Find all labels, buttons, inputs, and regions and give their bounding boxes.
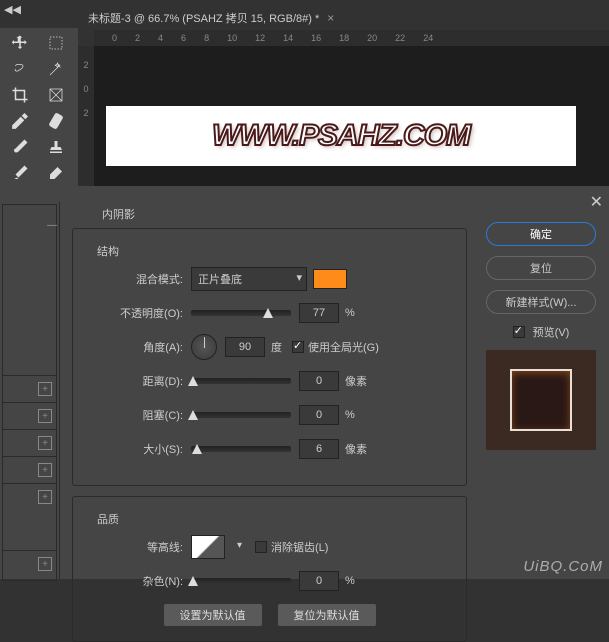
choke-unit: % <box>345 409 355 421</box>
angle-label: 角度(A): <box>83 339 183 355</box>
dialog-close-icon[interactable]: ✕ <box>590 192 603 212</box>
angle-dial[interactable] <box>191 334 217 360</box>
move-tool-icon[interactable] <box>3 31 37 55</box>
reset-button[interactable]: 复位 <box>486 256 596 280</box>
opacity-label: 不透明度(O): <box>83 305 183 321</box>
distance-slider[interactable] <box>191 378 291 384</box>
layer-style-dialog: ✕ — + + + + + + 内阴影 结构 混合模式: 正片叠底 <box>0 186 609 579</box>
horizontal-ruler: 024681012141618202224 <box>94 30 609 46</box>
noise-unit: % <box>345 575 355 587</box>
lasso-tool-icon[interactable] <box>3 57 37 81</box>
structure-section-title: 结构 <box>83 243 456 267</box>
size-input[interactable] <box>299 439 339 459</box>
add-icon[interactable]: + <box>38 490 52 504</box>
collapse-icon[interactable]: — <box>47 220 57 231</box>
brush-tool-icon[interactable] <box>3 135 37 159</box>
blend-mode-label: 混合模式: <box>83 271 183 287</box>
antialias-label: 消除锯齿(L) <box>271 539 328 555</box>
distance-unit: 像素 <box>345 373 367 389</box>
ok-button[interactable]: 确定 <box>486 222 596 246</box>
eyedropper-tool-icon[interactable] <box>3 109 37 133</box>
fx-row[interactable]: + <box>3 456 56 483</box>
global-light-label: 使用全局光(G) <box>308 339 379 355</box>
canvas-area[interactable]: WWW.PSAHZ.COM <box>94 46 609 186</box>
quality-section-title: 品质 <box>83 511 456 535</box>
collapse-chevrons[interactable]: ◀◀ <box>0 2 25 18</box>
eraser-tool-icon[interactable] <box>39 161 73 185</box>
close-icon[interactable]: × <box>327 11 334 25</box>
opacity-unit: % <box>345 307 355 319</box>
fx-row[interactable]: + <box>3 429 56 456</box>
preview-label: 预览(V) <box>533 324 570 340</box>
distance-label: 距离(D): <box>83 373 183 389</box>
choke-label: 阻塞(C): <box>83 407 183 423</box>
contour-picker[interactable] <box>191 535 225 559</box>
fx-row[interactable]: + <box>3 402 56 429</box>
panel-title: 内阴影 <box>102 206 467 222</box>
add-icon[interactable]: + <box>38 436 52 450</box>
size-slider[interactable] <box>191 446 291 452</box>
marquee-tool-icon[interactable] <box>39 31 73 55</box>
contour-label: 等高线: <box>83 539 183 555</box>
fx-row[interactable]: + <box>3 483 56 510</box>
crop-tool-icon[interactable] <box>3 83 37 107</box>
tools-toolbar <box>0 28 78 188</box>
document-title: 未标题-3 @ 66.7% (PSAHZ 拷贝 15, RGB/8#) * <box>88 10 319 26</box>
canvas-text: WWW.PSAHZ.COM <box>212 119 470 153</box>
noise-label: 杂色(N): <box>83 573 183 589</box>
document-tab[interactable]: 未标题-3 @ 66.7% (PSAHZ 拷贝 15, RGB/8#) * × <box>80 8 342 28</box>
angle-input[interactable] <box>225 337 265 357</box>
noise-input[interactable] <box>299 571 339 591</box>
fx-row[interactable]: + <box>3 375 56 402</box>
antialias-checkbox[interactable] <box>255 541 267 553</box>
global-light-checkbox[interactable] <box>292 341 304 353</box>
stamp-tool-icon[interactable] <box>39 135 73 159</box>
choke-slider[interactable] <box>191 412 291 418</box>
set-default-button[interactable]: 设置为默认值 <box>163 603 263 627</box>
distance-input[interactable] <box>299 371 339 391</box>
add-icon[interactable]: + <box>38 557 52 571</box>
angle-unit: 度 <box>271 339 282 355</box>
opacity-slider[interactable] <box>191 310 291 316</box>
history-brush-icon[interactable] <box>3 161 37 185</box>
vertical-ruler: 202 <box>78 46 94 186</box>
size-label: 大小(S): <box>83 441 183 457</box>
site-watermark: UiBQ.CoM <box>523 558 603 575</box>
add-icon[interactable]: + <box>38 463 52 477</box>
fx-row[interactable]: + <box>3 550 56 577</box>
wand-tool-icon[interactable] <box>39 57 73 81</box>
frame-tool-icon[interactable] <box>39 83 73 107</box>
shadow-color-swatch[interactable] <box>313 269 347 289</box>
styles-list-panel: — + + + + + + <box>0 202 60 579</box>
choke-input[interactable] <box>299 405 339 425</box>
heal-tool-icon[interactable] <box>39 109 73 133</box>
preview-thumbnail <box>486 350 596 450</box>
add-icon[interactable]: + <box>38 382 52 396</box>
new-style-button[interactable]: 新建样式(W)... <box>486 290 596 314</box>
blend-mode-select[interactable]: 正片叠底 <box>191 267 307 291</box>
opacity-input[interactable] <box>299 303 339 323</box>
add-icon[interactable]: + <box>38 409 52 423</box>
size-unit: 像素 <box>345 441 367 457</box>
preview-checkbox[interactable] <box>513 326 525 338</box>
reset-default-button[interactable]: 复位为默认值 <box>277 603 377 627</box>
canvas: WWW.PSAHZ.COM <box>106 106 576 166</box>
